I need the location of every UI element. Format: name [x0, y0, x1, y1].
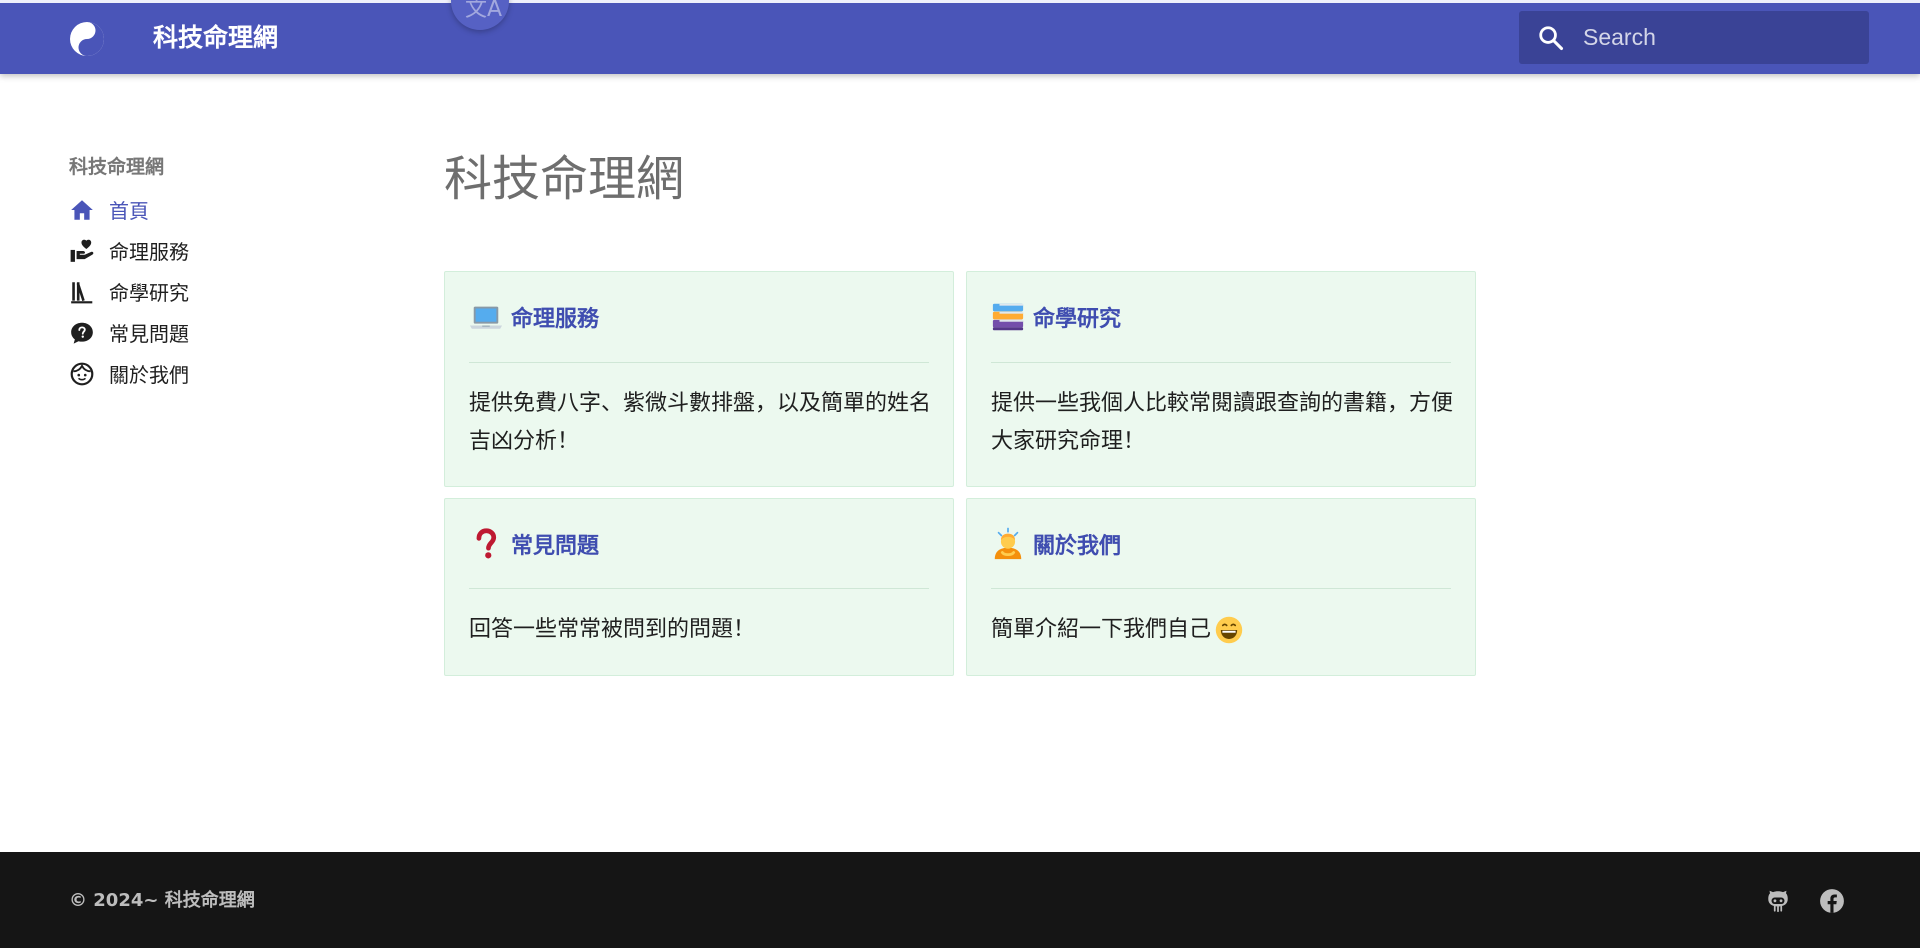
card-divider: [991, 362, 1451, 363]
sidebar-item-faq[interactable]: 常見問題: [69, 312, 369, 353]
github-icon[interactable]: [1765, 888, 1791, 914]
card-description: 簡單介紹一下我們自己: [991, 611, 1455, 649]
sidebar-item-label: 命理服務: [109, 240, 189, 264]
yin-yang-icon[interactable]: [69, 21, 105, 57]
card-title-link[interactable]: 常見問題: [511, 528, 599, 560]
search-icon: [1539, 26, 1564, 51]
card-description: 回答一些常常被問到的問題！: [469, 617, 756, 642]
sidebar-heading: 科技命理網: [69, 156, 165, 178]
search-box[interactable]: [1519, 11, 1869, 64]
face-icon: [70, 362, 94, 385]
sidebar-item-label: 命學研究: [109, 281, 189, 305]
home-icon: [71, 199, 93, 220]
laptop-icon: [469, 306, 503, 329]
card-header: 命學研究: [991, 296, 1451, 338]
card-header: 常見問題: [469, 523, 929, 565]
page-title: 科技命理網: [444, 151, 685, 207]
sidebar-item-about[interactable]: 關於我們: [69, 353, 369, 394]
card-divider: [469, 588, 929, 589]
site-title[interactable]: 科技命理網: [153, 21, 278, 55]
card-about: 關於我們 簡單介紹一下我們自己: [966, 498, 1476, 676]
translate-button[interactable]: 文A: [451, 0, 509, 30]
sidebar-item-label: 關於我們: [109, 363, 189, 387]
sidebar-item-label: 常見問題: [109, 322, 189, 346]
sidebar-item-label: 首頁: [109, 199, 149, 223]
question-bubble-icon: [71, 322, 93, 344]
top-header: 科技命理網 文A: [0, 0, 1920, 74]
person-bowing-icon: [994, 527, 1022, 560]
page-footer: © 2024~ 科技命理網: [0, 852, 1920, 948]
translate-icon: 文A: [465, 0, 503, 22]
card-divider: [991, 588, 1451, 589]
red-question-mark-icon: [476, 528, 497, 559]
books-icon: [992, 303, 1024, 331]
sidebar-item-home[interactable]: 首頁: [69, 189, 369, 230]
card-description-text: 簡單介紹一下我們自己: [991, 617, 1212, 642]
hand-heart-icon: [70, 239, 94, 262]
card-services: 命理服務 提供免費八字、紫微斗數排盤，以及簡單的姓名吉凶分析！: [444, 271, 954, 487]
copyright-text: © 2024~ 科技命理網: [69, 890, 255, 911]
search-input[interactable]: [1583, 11, 1853, 64]
card-title-link[interactable]: 命理服務: [511, 301, 599, 333]
card-description: 提供一些我個人比較常閱讀跟查詢的書籍，方便大家研究命理！: [991, 391, 1454, 454]
sidebar-nav: 科技命理網 首頁 命理服務 命學研究 常見問題 關於我們: [69, 152, 369, 394]
card-header: 關於我們: [991, 523, 1451, 565]
sidebar-item-services[interactable]: 命理服務: [69, 230, 369, 271]
card-title-link[interactable]: 命學研究: [1033, 301, 1121, 333]
card-description: 提供免費八字、紫微斗數排盤，以及簡單的姓名吉凶分析！: [469, 391, 932, 454]
card-title-link[interactable]: 關於我們: [1033, 528, 1121, 560]
card-research: 命學研究 提供一些我個人比較常閱讀跟查詢的書籍，方便大家研究命理！: [966, 271, 1476, 487]
card-faq: 常見問題 回答一些常常被問到的問題！: [444, 498, 954, 676]
facebook-icon[interactable]: [1819, 888, 1845, 914]
grinning-face-icon: [1215, 616, 1243, 644]
sidebar-item-research[interactable]: 命學研究: [69, 271, 369, 312]
card-divider: [469, 362, 929, 363]
library-books-icon: [71, 281, 93, 303]
card-header: 命理服務: [469, 296, 929, 338]
